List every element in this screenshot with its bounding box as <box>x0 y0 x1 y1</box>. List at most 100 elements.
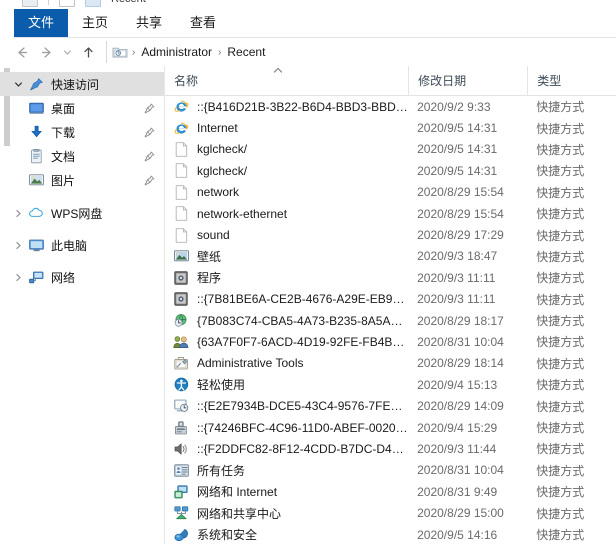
file-name-cell[interactable]: network-ethernet <box>165 206 408 222</box>
up-arrow-icon[interactable] <box>76 40 100 64</box>
sidebar-item-documents[interactable]: 文档 <box>0 144 164 168</box>
file-name-cell[interactable]: 网络和共享中心 <box>165 505 408 522</box>
file-name-cell[interactable]: 壁纸 <box>165 248 408 265</box>
table-row[interactable]: 壁纸2020/9/3 18:47快捷方式 <box>165 246 616 267</box>
sharing-center-icon <box>171 505 191 521</box>
chevron-right-icon[interactable] <box>10 269 26 285</box>
tab-view[interactable]: 查看 <box>176 9 230 37</box>
tab-file[interactable]: 文件 <box>14 9 68 37</box>
chevron-right-icon[interactable] <box>10 237 26 253</box>
file-date-cell: 2020/9/5 14:31 <box>408 121 527 135</box>
column-header-name[interactable]: 名称 <box>165 66 408 95</box>
table-row[interactable]: 程序2020/9/3 11:11快捷方式 <box>165 267 616 288</box>
file-name-cell[interactable]: {63A7F0F7-6ACD-4D19-92FE-FB4BD9... <box>165 334 408 350</box>
file-type-cell: 快捷方式 <box>527 184 616 201</box>
address-bar[interactable]: › Administrator › Recent <box>106 41 608 63</box>
back-arrow-icon[interactable] <box>10 40 34 64</box>
table-row[interactable]: ::{E2E7934B-DCE5-43C4-9576-7FE4F7...2020… <box>165 395 616 416</box>
file-name-cell[interactable]: Internet <box>165 120 408 136</box>
recent-folder-icon <box>111 44 129 60</box>
forward-arrow-icon[interactable] <box>34 40 58 64</box>
blank-file-icon <box>171 206 191 222</box>
sidebar-item-label: 快速访问 <box>51 76 164 93</box>
table-row[interactable]: ::{F2DDFC82-8F12-4CDD-B7DC-D4FE1...2020/… <box>165 438 616 459</box>
pin-icon[interactable] <box>140 175 158 186</box>
file-name-cell[interactable]: ::{74246BFC-4C96-11D0-ABEF-0020AF... <box>165 420 408 436</box>
file-type-cell: 快捷方式 <box>527 333 616 350</box>
table-row[interactable]: {7B083C74-CBA5-4A73-B235-8A5A71...2020/8… <box>165 310 616 331</box>
breadcrumb: › Administrator › Recent <box>111 43 270 61</box>
table-row[interactable]: network2020/8/29 15:54快捷方式 <box>165 182 616 203</box>
table-row[interactable]: ::{B416D21B-3B22-B6D4-BBD3-BBD4...2020/9… <box>165 96 616 117</box>
table-row[interactable]: ::{7B81BE6A-CE2B-4676-A29E-EB907...2020/… <box>165 289 616 310</box>
quick-access-toolbar: Recent <box>0 0 616 9</box>
file-name-cell[interactable]: kglcheck/ <box>165 141 408 157</box>
file-type-cell: 快捷方式 <box>527 312 616 329</box>
file-type-cell: 快捷方式 <box>527 440 616 457</box>
chevron-down-icon[interactable] <box>10 76 26 92</box>
sidebar-item-desktop[interactable]: 桌面 <box>0 96 164 120</box>
file-name-cell[interactable]: 所有任务 <box>165 462 408 479</box>
file-name-cell[interactable]: ::{E2E7934B-DCE5-43C4-9576-7FE4F7... <box>165 398 408 414</box>
table-row[interactable]: 网络和 Internet2020/8/31 9:49快捷方式 <box>165 481 616 502</box>
pin-star-icon <box>26 76 46 92</box>
qat-customize-button[interactable] <box>85 0 101 7</box>
breadcrumb-administrator[interactable]: Administrator <box>136 43 217 61</box>
column-header-date-modified[interactable]: 修改日期 <box>408 66 527 95</box>
table-row[interactable]: ::{74246BFC-4C96-11D0-ABEF-0020AF...2020… <box>165 417 616 438</box>
sidebar-item-quick-access[interactable]: 快速访问 <box>0 72 164 96</box>
file-date-cell: 2020/8/29 15:54 <box>408 185 527 199</box>
file-name-cell[interactable]: {7B083C74-CBA5-4A73-B235-8A5A71... <box>165 313 408 329</box>
table-row[interactable]: kglcheck/2020/9/5 14:31快捷方式 <box>165 139 616 160</box>
sidebar-item-network[interactable]: 网络 <box>0 265 164 289</box>
file-name-cell[interactable]: network <box>165 184 408 200</box>
breadcrumb-recent[interactable]: Recent <box>222 43 270 61</box>
file-name-label: 网络和共享中心 <box>197 505 281 522</box>
qat-properties-button[interactable] <box>22 0 38 7</box>
column-header-row: 名称 修改日期 类型 <box>165 66 616 96</box>
file-name-cell[interactable]: ::{7B81BE6A-CE2B-4676-A29E-EB907... <box>165 291 408 307</box>
table-row[interactable]: 系统和安全2020/9/5 14:16快捷方式 <box>165 524 616 544</box>
table-row[interactable]: sound2020/8/29 17:29快捷方式 <box>165 224 616 245</box>
file-name-cell[interactable]: sound <box>165 227 408 243</box>
pin-icon[interactable] <box>140 127 158 138</box>
tab-home[interactable]: 主页 <box>68 9 122 37</box>
table-row[interactable]: 轻松使用2020/9/4 15:13快捷方式 <box>165 374 616 395</box>
all-tasks-icon <box>171 462 191 478</box>
file-name-cell[interactable]: 轻松使用 <box>165 376 408 393</box>
table-row[interactable]: Administrative Tools2020/8/29 18:14快捷方式 <box>165 353 616 374</box>
sidebar-item-pictures[interactable]: 图片 <box>0 168 164 192</box>
column-header-type[interactable]: 类型 <box>527 66 616 95</box>
blank-file-icon <box>171 141 191 157</box>
table-row[interactable]: network-ethernet2020/8/29 15:54快捷方式 <box>165 203 616 224</box>
file-list-rows: ::{B416D21B-3B22-B6D4-BBD3-BBD4...2020/9… <box>165 96 616 544</box>
file-date-cell: 2020/8/31 10:04 <box>408 335 527 349</box>
file-name-cell[interactable]: 程序 <box>165 269 408 286</box>
explorer-body: 快速访问 桌面 <box>0 66 616 544</box>
qat-new-folder-button[interactable] <box>59 0 75 7</box>
tab-share[interactable]: 共享 <box>122 9 176 37</box>
recent-locations-chevron-down-icon[interactable] <box>58 40 76 64</box>
sidebar-item-wps-cloud[interactable]: WPS网盘 <box>0 201 164 225</box>
file-name-cell[interactable]: Administrative Tools <box>165 355 408 371</box>
chevron-right-icon[interactable] <box>10 205 26 221</box>
sidebar-item-this-pc[interactable]: 此电脑 <box>0 233 164 257</box>
pin-icon[interactable] <box>140 151 158 162</box>
column-header-date-label: 修改日期 <box>418 72 466 89</box>
file-type-cell: 快捷方式 <box>527 483 616 500</box>
table-row[interactable]: 网络和共享中心2020/8/29 15:00快捷方式 <box>165 502 616 523</box>
pin-icon[interactable] <box>140 103 158 114</box>
file-name-cell[interactable]: ::{F2DDFC82-8F12-4CDD-B7DC-D4FE1... <box>165 441 408 457</box>
file-name-cell[interactable]: 网络和 Internet <box>165 483 408 500</box>
file-type-cell: 快捷方式 <box>527 462 616 479</box>
file-type-cell: 快捷方式 <box>527 526 616 543</box>
table-row[interactable]: {63A7F0F7-6ACD-4D19-92FE-FB4BD9...2020/8… <box>165 331 616 352</box>
file-name-cell[interactable]: 系统和安全 <box>165 526 408 543</box>
table-row[interactable]: Internet2020/9/5 14:31快捷方式 <box>165 117 616 138</box>
table-row[interactable]: 所有任务2020/8/31 10:04快捷方式 <box>165 460 616 481</box>
file-name-cell[interactable]: ::{B416D21B-3B22-B6D4-BBD3-BBD4... <box>165 99 408 115</box>
sidebar-item-downloads[interactable]: 下载 <box>0 120 164 144</box>
file-name-cell[interactable]: kglcheck/ <box>165 163 408 179</box>
table-row[interactable]: kglcheck/2020/9/5 14:31快捷方式 <box>165 160 616 181</box>
cloud-icon <box>26 205 46 221</box>
